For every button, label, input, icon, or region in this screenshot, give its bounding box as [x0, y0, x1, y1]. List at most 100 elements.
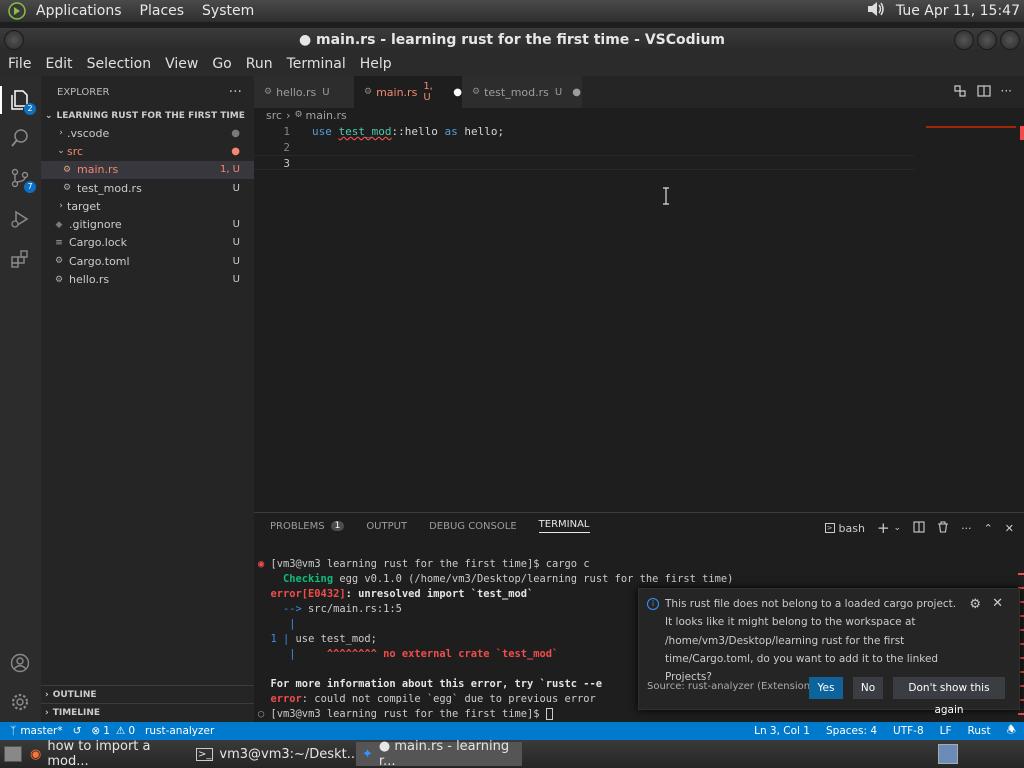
- clock[interactable]: Tue Apr 11, 15:47: [896, 3, 1020, 19]
- source-control-icon[interactable]: 7: [8, 166, 36, 193]
- eol-status[interactable]: LF: [940, 722, 952, 740]
- terminal-shell-label: bash: [838, 521, 865, 535]
- window-menu-button[interactable]: [4, 30, 24, 50]
- tree-item-cargo-lock[interactable]: ≡ Cargo.lock U: [41, 234, 254, 252]
- tree-item-hello-rs[interactable]: ⚙ hello.rs U: [41, 270, 254, 288]
- workspace-switcher[interactable]: [938, 744, 958, 764]
- window-titlebar[interactable]: ● main.rs - learning rust for the first …: [0, 28, 1024, 52]
- more-actions-icon[interactable]: ···: [961, 522, 972, 535]
- rust-analyzer-status[interactable]: rust-analyzer: [145, 725, 214, 737]
- tab-test-mod-rs[interactable]: ⚙ test_mod.rs U ●: [462, 76, 582, 108]
- taskbar-item-terminal[interactable]: >_ vm3@vm3:~/Deskt...: [190, 742, 359, 766]
- tree-item-status: U: [232, 274, 240, 286]
- tab-debug-console[interactable]: DEBUG CONSOLE: [429, 521, 517, 532]
- no-button[interactable]: No: [853, 677, 883, 699]
- tree-item-main-rs[interactable]: ⚙ main.rs 1, U: [41, 160, 254, 179]
- volume-icon[interactable]: [866, 1, 886, 21]
- tab-problems-label: PROBLEMS: [270, 520, 325, 532]
- maximize-button[interactable]: [977, 30, 997, 50]
- tree-item-vscode[interactable]: › .vscode ●: [41, 124, 254, 142]
- notification-message: This rust file does not belong to a load…: [665, 598, 957, 684]
- indentation-status[interactable]: Spaces: 4: [826, 722, 877, 740]
- taskbar-item-vscodium[interactable]: ✦ ● main.rs - learning r...: [356, 739, 522, 768]
- editor-actions: ···: [953, 84, 1012, 101]
- split-editor-icon[interactable]: [976, 84, 991, 101]
- unsaved-dot-icon[interactable]: ●: [453, 87, 462, 98]
- menu-terminal[interactable]: Terminal: [279, 56, 352, 72]
- system-menu[interactable]: System: [202, 3, 254, 19]
- tab-hello-rs[interactable]: ⚙ hello.rs U: [254, 76, 354, 108]
- problems-status[interactable]: ⊗ 1 ⚠ 0: [91, 725, 135, 737]
- account-icon[interactable]: [8, 651, 32, 675]
- close-window-button[interactable]: [1000, 30, 1020, 50]
- new-terminal-icon[interactable]: +: [877, 519, 890, 537]
- maximize-panel-icon[interactable]: ⌃: [984, 522, 993, 535]
- minimize-button[interactable]: [954, 30, 974, 50]
- explorer-sidebar: EXPLORER ··· ⌄ LEARNING RUST FOR THE FIR…: [41, 76, 254, 722]
- menu-help[interactable]: Help: [352, 56, 398, 72]
- search-icon[interactable]: [8, 126, 32, 150]
- menu-view[interactable]: View: [157, 56, 204, 72]
- tree-item-cargo-toml[interactable]: ⚙ Cargo.toml U: [41, 252, 254, 270]
- dont-show-again-button[interactable]: Don't show this again: [893, 677, 1005, 716]
- branch-label: master*: [20, 725, 63, 737]
- tree-item-status: ●: [231, 127, 240, 139]
- run-debug-icon[interactable]: [8, 207, 32, 231]
- manage-gear-icon[interactable]: [8, 690, 32, 714]
- menu-go[interactable]: Go: [204, 56, 237, 72]
- workspace-folder[interactable]: ⌄ LEARNING RUST FOR THE FIRST TIME: [41, 108, 254, 124]
- terminal-shell-selector[interactable]: > bash: [824, 521, 865, 535]
- chevron-down-icon[interactable]: ⌄: [894, 523, 902, 533]
- breadcrumb-file[interactable]: main.rs: [306, 109, 347, 122]
- tree-item-src[interactable]: ⌄ src ●: [41, 142, 254, 160]
- cursor-position[interactable]: Ln 3, Col 1: [754, 722, 810, 740]
- places-menu[interactable]: Places: [140, 3, 185, 19]
- compare-changes-icon[interactable]: [953, 84, 967, 101]
- applications-menu[interactable]: Applications: [36, 3, 122, 19]
- tree-item-gitignore[interactable]: ◆ .gitignore U: [41, 215, 254, 233]
- menu-file[interactable]: File: [0, 56, 37, 72]
- chevron-right-icon: ›: [59, 128, 63, 139]
- outline-label: OUTLINE: [52, 689, 97, 700]
- split-terminal-icon[interactable]: [913, 520, 925, 536]
- language-mode[interactable]: Rust: [968, 722, 991, 740]
- system-logo-icon[interactable]: [6, 0, 28, 22]
- explorer-more-icon[interactable]: ···: [229, 84, 242, 100]
- menu-run[interactable]: Run: [238, 56, 279, 72]
- branch-status[interactable]: ᛉ master*: [10, 725, 63, 737]
- tab-terminal[interactable]: TERMINAL: [538, 519, 590, 533]
- workspace-folder-label: LEARNING RUST FOR THE FIRST TIME: [56, 111, 245, 121]
- sync-icon[interactable]: ↺: [73, 725, 82, 737]
- timeline-section[interactable]: › TIMELINE: [41, 703, 254, 721]
- taskbar-item-firefox[interactable]: ◉ how to import a mod...: [24, 739, 188, 768]
- unsaved-dot-icon[interactable]: ●: [572, 87, 581, 98]
- extensions-icon[interactable]: [8, 247, 32, 271]
- notification-toast: i This rust file does not belong to a lo…: [638, 588, 1020, 716]
- encoding-status[interactable]: UTF-8: [893, 722, 924, 740]
- more-actions-icon[interactable]: ···: [1001, 84, 1012, 101]
- code-text: ::hello: [391, 125, 445, 138]
- taskbar-item-label: how to import a mod...: [47, 739, 151, 768]
- outline-section[interactable]: › OUTLINE: [41, 685, 254, 703]
- menu-selection[interactable]: Selection: [79, 56, 158, 72]
- breadcrumb-folder[interactable]: src: [266, 109, 282, 122]
- explorer-icon[interactable]: 2: [8, 88, 36, 115]
- yes-button[interactable]: Yes: [809, 677, 843, 699]
- close-panel-icon[interactable]: ✕: [1005, 522, 1014, 535]
- terminal-line: : unresolved import `test_mod`: [345, 588, 534, 600]
- warning-icon: ⚠: [115, 725, 126, 737]
- show-desktop-icon[interactable]: [4, 746, 22, 762]
- tab-main-rs[interactable]: ⚙ main.rs 1, U ●: [354, 76, 462, 108]
- code-editor[interactable]: 1 use test_mod::hello as hello; 2 3: [254, 122, 1024, 510]
- notifications-bell-icon[interactable]: 🕭: [1007, 722, 1016, 740]
- tree-item-target[interactable]: › target: [41, 197, 254, 215]
- tab-output[interactable]: OUTPUT: [366, 521, 407, 532]
- rust-file-icon: ⚙: [264, 87, 273, 97]
- close-icon[interactable]: ✕: [992, 596, 1003, 611]
- tab-problems[interactable]: PROBLEMS 1: [270, 520, 345, 532]
- gear-icon[interactable]: ⚙: [969, 597, 981, 612]
- tree-item-test-mod-rs[interactable]: ⚙ test_mod.rs U: [41, 179, 254, 197]
- menu-edit[interactable]: Edit: [37, 56, 78, 72]
- terminal-gutter: |: [276, 633, 290, 645]
- trash-icon[interactable]: [937, 520, 949, 536]
